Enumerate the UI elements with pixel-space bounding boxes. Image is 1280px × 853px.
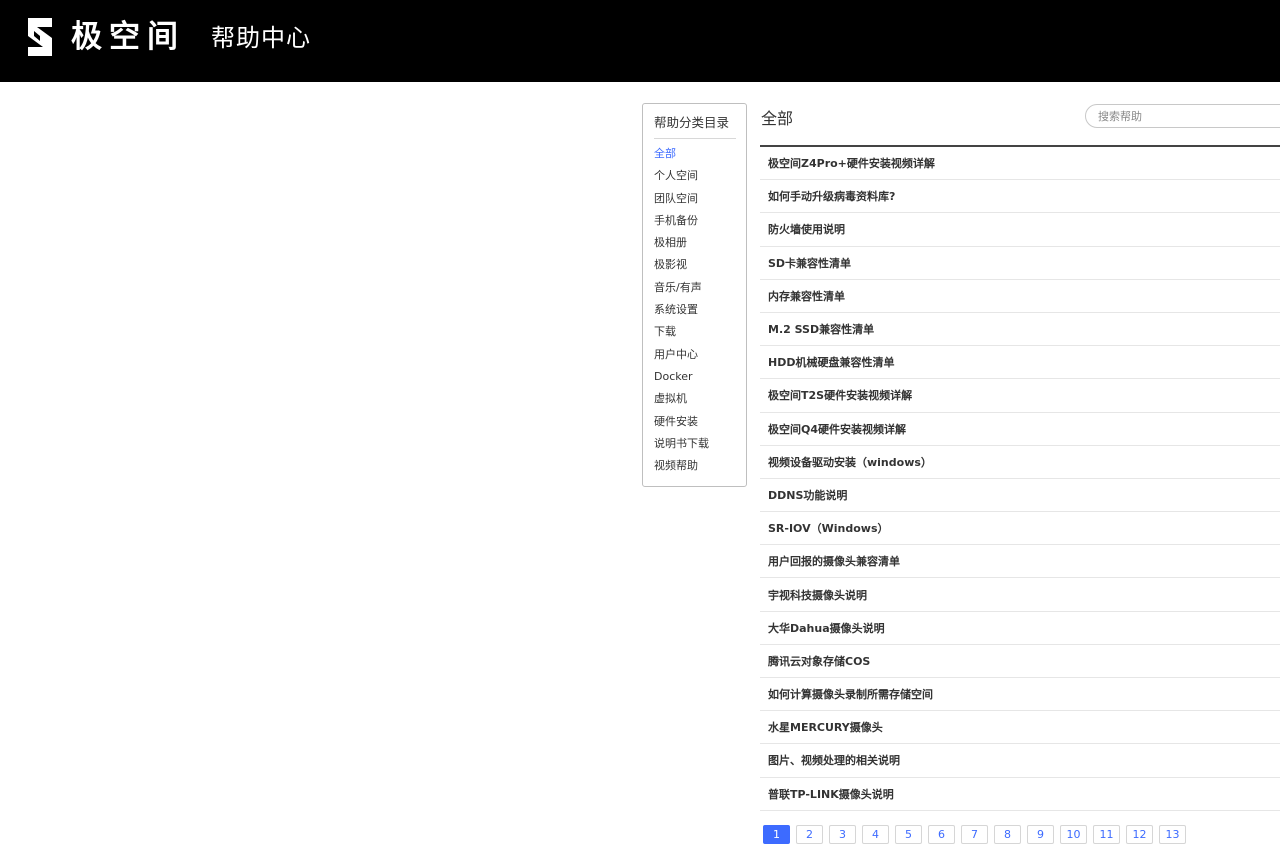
article-link[interactable]: 腾讯云对象存储COS: [768, 653, 870, 669]
sidebar-item[interactable]: 下载: [654, 323, 709, 345]
page-button[interactable]: 13: [1159, 825, 1186, 844]
sidebar-item[interactable]: 视频帮助: [654, 457, 709, 479]
sidebar-item[interactable]: 音乐/有声: [654, 279, 709, 301]
page-button[interactable]: 7: [961, 825, 988, 844]
article-row: 如何计算摄像头录制所需存储空间: [760, 678, 1280, 712]
article-link[interactable]: SD卡兼容性清单: [768, 255, 851, 271]
article-row: 宇视科技摄像头说明: [760, 578, 1280, 612]
sidebar-item[interactable]: 极相册: [654, 234, 709, 256]
article-list: 极空间Z4Pro+硬件安装视频详解 如何手动升级病毒资料库? 防火墙使用说明 SD卡兼…: [760, 147, 1280, 811]
logo[interactable]: 极空间: [24, 16, 185, 58]
article-row: SD卡兼容性清单: [760, 247, 1280, 280]
sidebar-item[interactable]: 全部: [654, 145, 709, 167]
search-input[interactable]: [1085, 104, 1280, 128]
article-row: 极空间Q4硬件安装视频详解: [760, 413, 1280, 446]
article-row: SR-IOV（Windows）: [760, 512, 1280, 546]
article-link[interactable]: 极空间T2S硬件安装视频详解: [768, 387, 912, 403]
page-button[interactable]: 6: [928, 825, 955, 844]
article-row: 水星MERCURY摄像头: [760, 711, 1280, 745]
sidebar-item[interactable]: 手机备份: [654, 212, 709, 234]
article-link[interactable]: HDD机械硬盘兼容性清单: [768, 354, 894, 370]
article-link[interactable]: 图片、视频处理的相关说明: [768, 752, 900, 768]
article-row: HDD机械硬盘兼容性清单: [760, 346, 1280, 380]
article-link[interactable]: 视频设备驱动安装（windows）: [768, 454, 932, 470]
section-title: 全部: [761, 109, 794, 128]
article-row: 普联TP-LINK摄像头说明: [760, 778, 1280, 811]
article-link[interactable]: 如何计算摄像头录制所需存储空间: [768, 686, 933, 702]
sidebar-item[interactable]: 团队空间: [654, 190, 709, 212]
article-row: 极空间Z4Pro+硬件安装视频详解: [760, 147, 1280, 181]
page-button[interactable]: 10: [1060, 825, 1087, 844]
article-link[interactable]: SR-IOV（Windows）: [768, 520, 889, 536]
article-row: 极空间T2S硬件安装视频详解: [760, 379, 1280, 413]
sidebar-item[interactable]: 系统设置: [654, 301, 709, 323]
article-row: 用户回报的摄像头兼容清单: [760, 545, 1280, 579]
article-row: 如何手动升级病毒资料库?: [760, 180, 1280, 214]
category-sidebar: 帮助分类目录 全部 个人空间 团队空间 手机备份 极相册 极影视 音乐/有声 系统设置 下载 用户…: [642, 103, 747, 487]
page-button[interactable]: 4: [862, 825, 889, 844]
article-link[interactable]: 水星MERCURY摄像头: [768, 719, 883, 735]
article-link[interactable]: 如何手动升级病毒资料库?: [768, 188, 895, 204]
article-link[interactable]: 普联TP-LINK摄像头说明: [768, 786, 894, 802]
page-title: 帮助中心: [211, 24, 311, 52]
article-link[interactable]: 防火墙使用说明: [768, 221, 845, 237]
article-row: 内存兼容性清单: [760, 280, 1280, 313]
article-link[interactable]: M.2 SSD兼容性清单: [768, 321, 874, 337]
page-button[interactable]: 12: [1126, 825, 1153, 844]
article-link[interactable]: DDNS功能说明: [768, 487, 847, 503]
article-link[interactable]: 用户回报的摄像头兼容清单: [768, 553, 900, 569]
category-list: 全部 个人空间 团队空间 手机备份 极相册 极影视 音乐/有声 系统设置 下载 用户中心 Docke…: [654, 145, 709, 479]
article-link[interactable]: 极空间Z4Pro+硬件安装视频详解: [768, 155, 935, 171]
article-row: 图片、视频处理的相关说明: [760, 744, 1280, 778]
top-header: 极空间 帮助中心: [0, 0, 1280, 82]
sidebar-item[interactable]: 个人空间: [654, 167, 709, 189]
page-button[interactable]: 9: [1027, 825, 1054, 844]
page-button[interactable]: 3: [829, 825, 856, 844]
page-button[interactable]: 2: [796, 825, 823, 844]
pagination: 1 2 3 4 5 6 7 8 9 10 11 12 13: [763, 825, 1192, 844]
article-link[interactable]: 宇视科技摄像头说明: [768, 587, 867, 603]
sidebar-item[interactable]: Docker: [654, 368, 709, 390]
article-row: 防火墙使用说明: [760, 213, 1280, 247]
article-row: 视频设备驱动安装（windows）: [760, 446, 1280, 479]
logo-icon: [28, 18, 52, 56]
article-row: DDNS功能说明: [760, 479, 1280, 513]
article-row: 大华Dahua摄像头说明: [760, 612, 1280, 645]
page-button[interactable]: 5: [895, 825, 922, 844]
sidebar-divider: [654, 138, 736, 139]
logo-text: 极空间: [71, 19, 185, 55]
sidebar-title: 帮助分类目录: [654, 115, 730, 130]
article-link[interactable]: 内存兼容性清单: [768, 288, 845, 304]
sidebar-item[interactable]: 虚拟机: [654, 390, 709, 412]
sidebar-item[interactable]: 硬件安装: [654, 413, 709, 435]
article-link[interactable]: 大华Dahua摄像头说明: [768, 620, 885, 636]
sidebar-item[interactable]: 用户中心: [654, 346, 709, 368]
article-row: 腾讯云对象存储COS: [760, 645, 1280, 678]
page-button[interactable]: 1: [763, 825, 790, 844]
sidebar-item[interactable]: 极影视: [654, 256, 709, 278]
sidebar-item[interactable]: 说明书下载: [654, 435, 709, 457]
page-button[interactable]: 8: [994, 825, 1021, 844]
page-button[interactable]: 11: [1093, 825, 1120, 844]
article-link[interactable]: 极空间Q4硬件安装视频详解: [768, 421, 906, 437]
article-row: M.2 SSD兼容性清单: [760, 313, 1280, 347]
